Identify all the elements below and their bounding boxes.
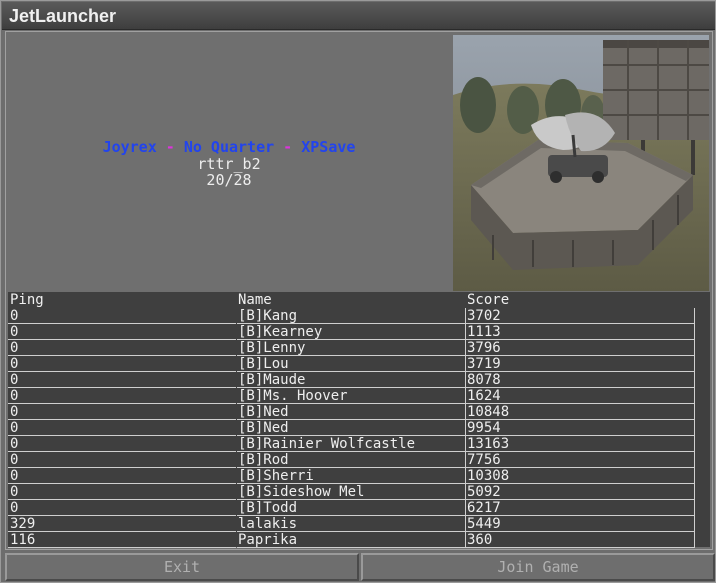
table-row[interactable]: 0 [B]Todd 6217	[8, 500, 710, 516]
score-cell: 8078	[467, 372, 501, 388]
name-cell: [B]Kang	[238, 308, 298, 324]
score-cell: 7756	[467, 452, 501, 468]
table-row[interactable]: 329 lalakis 5449	[8, 516, 710, 532]
name-cell: [B]Ned	[238, 420, 289, 436]
player-count: 20/28	[206, 171, 252, 189]
table-row[interactable]: 0 [B]Sideshow Mel 5092	[8, 484, 710, 500]
ping-cell: 329	[10, 516, 36, 532]
name-cell: [B]Ned	[238, 404, 289, 420]
ping-cell: 0	[10, 420, 19, 436]
server-info: Joyrex - No Quarter - XPSave rttr_b2 20/…	[6, 32, 452, 292]
ping-cell: 116	[10, 532, 36, 548]
ping-cell: 0	[10, 308, 19, 324]
table-row[interactable]: 116 Paprika 360	[8, 532, 710, 548]
name-cell: [B]Todd	[238, 500, 298, 516]
score-cell: 360	[467, 532, 493, 548]
score-cell: 10308	[467, 468, 510, 484]
server-name-separator: -	[274, 138, 302, 156]
column-header-name[interactable]: Name	[238, 292, 272, 308]
table-cell-border	[8, 452, 236, 468]
name-cell: [B]Sideshow Mel	[238, 484, 365, 500]
table-row[interactable]: 0 [B]Ms. Hoover 1624	[8, 388, 710, 404]
name-cell: lalakis	[238, 516, 298, 532]
table-cell-border	[8, 532, 236, 548]
table-row[interactable]: 0 [B]Maude 8078	[8, 372, 710, 388]
table-row[interactable]: 0 [B]Rod 7756	[8, 452, 710, 468]
table-row[interactable]: 0 [B]Ned 10848	[8, 404, 710, 420]
player-table: Ping Name Score 0 [B]Kang 3702 0 [B]Kearney 1…	[8, 292, 710, 548]
name-cell: [B]Rainier Wolfcastle	[238, 436, 416, 452]
table-cell-border	[8, 500, 236, 516]
table-cell-border	[8, 356, 236, 372]
name-cell: [B]Rod	[238, 452, 289, 468]
ping-cell: 0	[10, 500, 19, 516]
score-cell: 3719	[467, 356, 501, 372]
score-cell: 5092	[467, 484, 501, 500]
exit-button[interactable]: Exit	[5, 553, 359, 581]
score-cell: 3796	[467, 340, 501, 356]
score-cell: 13163	[467, 436, 510, 452]
table-row[interactable]: 0 [B]Lou 3719	[8, 356, 710, 372]
score-cell: 9954	[467, 420, 501, 436]
name-cell: [B]Sherri	[238, 468, 314, 484]
ping-cell: 0	[10, 388, 19, 404]
ping-cell: 0	[10, 484, 19, 500]
column-header-ping[interactable]: Ping	[10, 292, 44, 308]
map-name: rttr_b2	[197, 155, 261, 173]
ping-cell: 0	[10, 324, 19, 340]
score-cell: 1624	[467, 388, 501, 404]
table-cell-border	[8, 308, 236, 324]
table-row[interactable]: 0 [B]Sherri 10308	[8, 468, 710, 484]
table-row[interactable]: 0 [B]Rainier Wolfcastle 13163	[8, 436, 710, 452]
map-preview-image	[453, 35, 709, 291]
score-cell: 6217	[467, 500, 501, 516]
ping-cell: 0	[10, 468, 19, 484]
title-bar[interactable]: JetLauncher	[2, 2, 715, 30]
server-name-part: No Quarter	[183, 138, 275, 156]
table-cell-border	[8, 484, 236, 500]
launcher-window: JetLauncher Joyrex - No Quarter - XPSave…	[0, 0, 716, 583]
table-cell-border	[8, 324, 236, 340]
table-cell-border	[8, 468, 236, 484]
ping-cell: 0	[10, 404, 19, 420]
window-title: JetLauncher	[9, 6, 117, 26]
table-row[interactable]: 0 [B]Ned 9954	[8, 420, 710, 436]
table-row[interactable]: 0 [B]Lenny 3796	[8, 340, 710, 356]
table-cell-border	[8, 404, 236, 420]
table-cell-border	[8, 420, 236, 436]
table-row[interactable]: 0 [B]Kang 3702	[8, 308, 710, 324]
server-name-separator: -	[156, 138, 184, 156]
table-cell-border	[8, 388, 236, 404]
ping-cell: 0	[10, 452, 19, 468]
score-cell: 1113	[467, 324, 501, 340]
table-cell-border	[8, 436, 236, 452]
table-row[interactable]: 0 [B]Kearney 1113	[8, 324, 710, 340]
score-cell: 10848	[467, 404, 510, 420]
ping-cell: 0	[10, 356, 19, 372]
ping-cell: 0	[10, 372, 19, 388]
score-cell: 5449	[467, 516, 501, 532]
name-cell: [B]Maude	[238, 372, 306, 388]
server-name-part: XPSave	[301, 138, 356, 156]
join-game-button[interactable]: Join Game	[361, 553, 715, 581]
server-panel: Joyrex - No Quarter - XPSave rttr_b2 20/…	[5, 31, 713, 550]
name-cell: [B]Lou	[238, 356, 289, 372]
table-cell-border	[8, 516, 236, 532]
table-cell-border	[466, 532, 695, 548]
player-rows: 0 [B]Kang 3702 0 [B]Kearney 1113 0 [B]Lenny 3796…	[8, 308, 710, 548]
name-cell: [B]Lenny	[238, 340, 306, 356]
column-header-score[interactable]: Score	[467, 292, 509, 308]
server-name: Joyrex - No Quarter - XPSave	[6, 139, 452, 155]
ping-cell: 0	[10, 340, 19, 356]
ping-cell: 0	[10, 436, 19, 452]
name-cell: [B]Kearney	[238, 324, 323, 340]
name-cell: Paprika	[238, 532, 298, 548]
table-cell-border	[8, 340, 236, 356]
table-header: Ping Name Score	[8, 292, 710, 308]
name-cell: [B]Ms. Hoover	[238, 388, 348, 404]
server-name-part: Joyrex	[102, 138, 157, 156]
table-cell-border	[8, 372, 236, 388]
score-cell: 3702	[467, 308, 501, 324]
